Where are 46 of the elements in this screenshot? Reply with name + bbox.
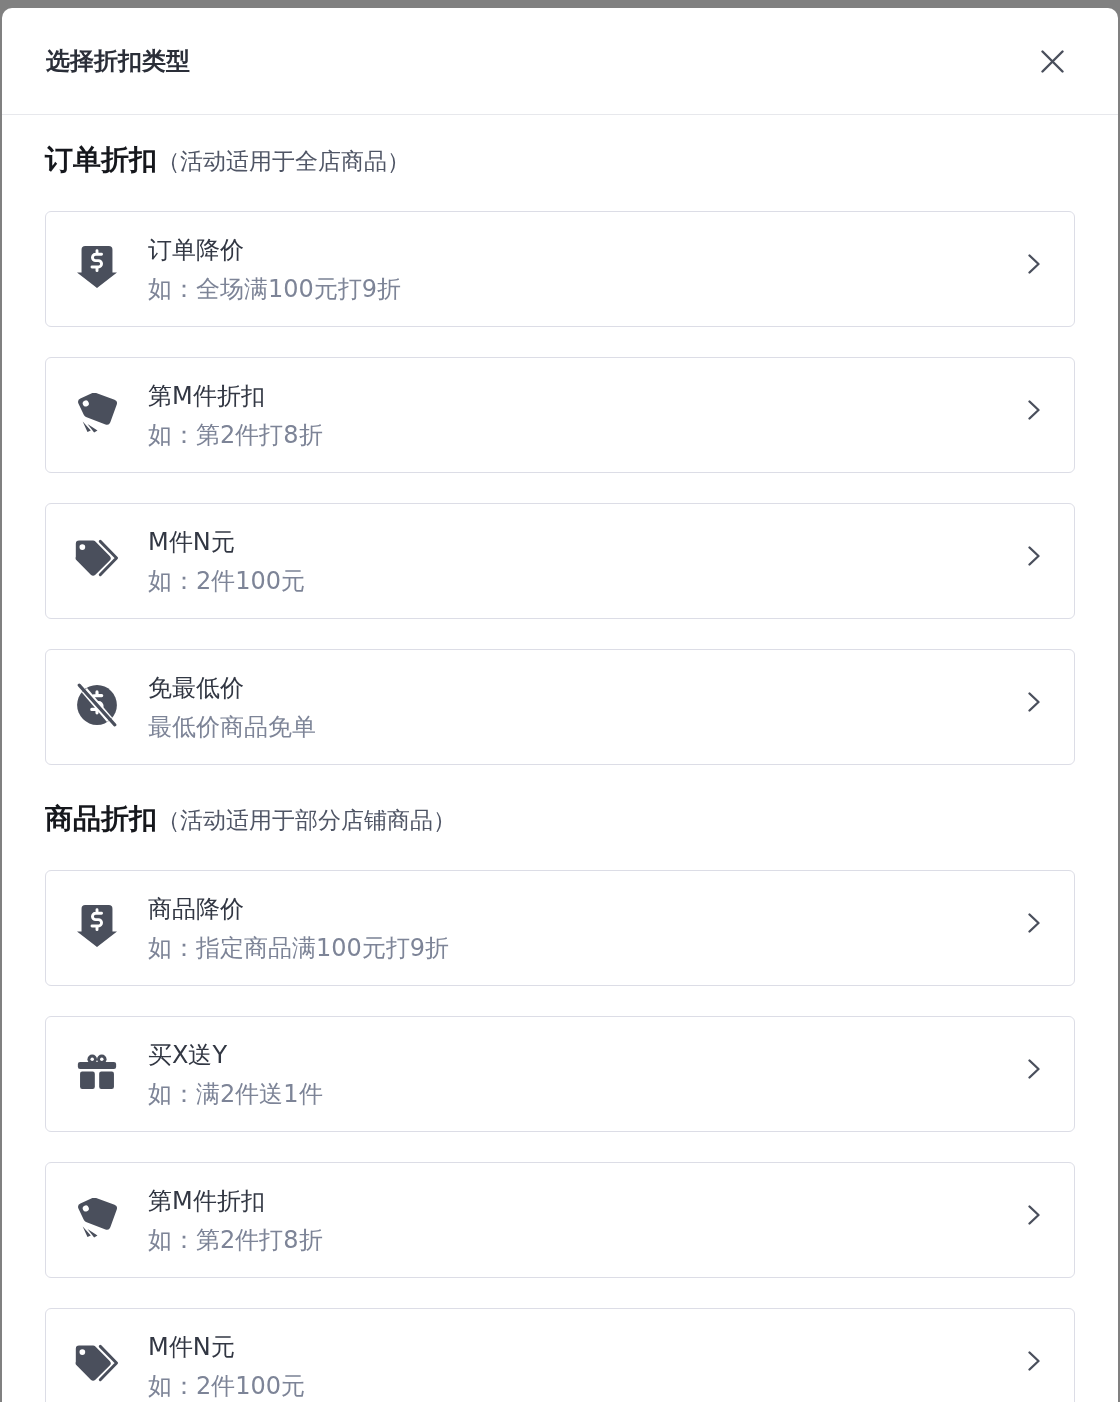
tag-icon [75, 392, 119, 433]
option-example: 如：2件100元 [148, 1372, 307, 1400]
dollar-slash-icon [76, 682, 118, 727]
discount-option[interactable]: 商品降价 如：指定商品满100元打9折 [45, 870, 1075, 986]
option-title: 订单降价 [148, 235, 245, 266]
tag-icon [75, 1197, 119, 1238]
chevron-right-icon [1028, 692, 1040, 712]
chevron-right-icon [1028, 546, 1040, 566]
discount-option[interactable]: M件N元 如：2件100元 [45, 503, 1075, 619]
discount-option[interactable]: 第M件折扣 如：第2件打8折 [45, 357, 1075, 473]
discount-option[interactable]: M件N元 如：2件100元 [45, 1308, 1075, 1402]
option-title: 买X送Y [148, 1040, 229, 1071]
option-title: 免最低价 [148, 673, 245, 704]
option-example: 最低价商品免单 [148, 713, 317, 741]
chevron-right-icon [1028, 1059, 1040, 1079]
option-title: 第M件折扣 [148, 1186, 266, 1217]
section-note: （活动适用于部分店铺商品） [157, 806, 456, 835]
section-note: （活动适用于全店商品） [157, 147, 410, 176]
option-example: 如：满2件送1件 [148, 1080, 324, 1108]
section-heading: 订单折扣 [45, 142, 157, 178]
option-example: 如：第2件打8折 [148, 421, 324, 449]
option-example: 如：指定商品满100元打9折 [148, 934, 451, 962]
option-example: 如：全场满100元打9折 [148, 275, 403, 303]
dialog-title: 选择折扣类型 [46, 46, 190, 77]
option-title: M件N元 [148, 1332, 236, 1363]
dollar-arrow-down-icon [77, 904, 117, 947]
discount-option[interactable]: 订单降价 如：全场满100元打9折 [45, 211, 1075, 327]
chevron-right-icon [1028, 1205, 1040, 1225]
discount-option[interactable]: 免最低价 最低价商品免单 [45, 649, 1075, 765]
option-title: 第M件折扣 [148, 381, 266, 412]
option-title: M件N元 [148, 527, 236, 558]
section-heading: 商品折扣 [45, 801, 157, 837]
gift-icon [77, 1052, 117, 1091]
option-example: 如：2件100元 [148, 567, 307, 595]
option-example: 如：第2件打8折 [148, 1226, 324, 1254]
chevron-right-icon [1028, 254, 1040, 274]
tags-icon [75, 538, 119, 579]
option-title: 商品降价 [148, 894, 245, 925]
chevron-right-icon [1028, 1351, 1040, 1371]
discount-option[interactable]: 买X送Y 如：满2件送1件 [45, 1016, 1075, 1132]
chevron-right-icon [1028, 913, 1040, 933]
discount-option[interactable]: 第M件折扣 如：第2件打8折 [45, 1162, 1075, 1278]
tags-icon [75, 1343, 119, 1384]
close-icon [1041, 49, 1064, 73]
dollar-arrow-down-icon [77, 245, 117, 288]
chevron-right-icon [1028, 400, 1040, 420]
